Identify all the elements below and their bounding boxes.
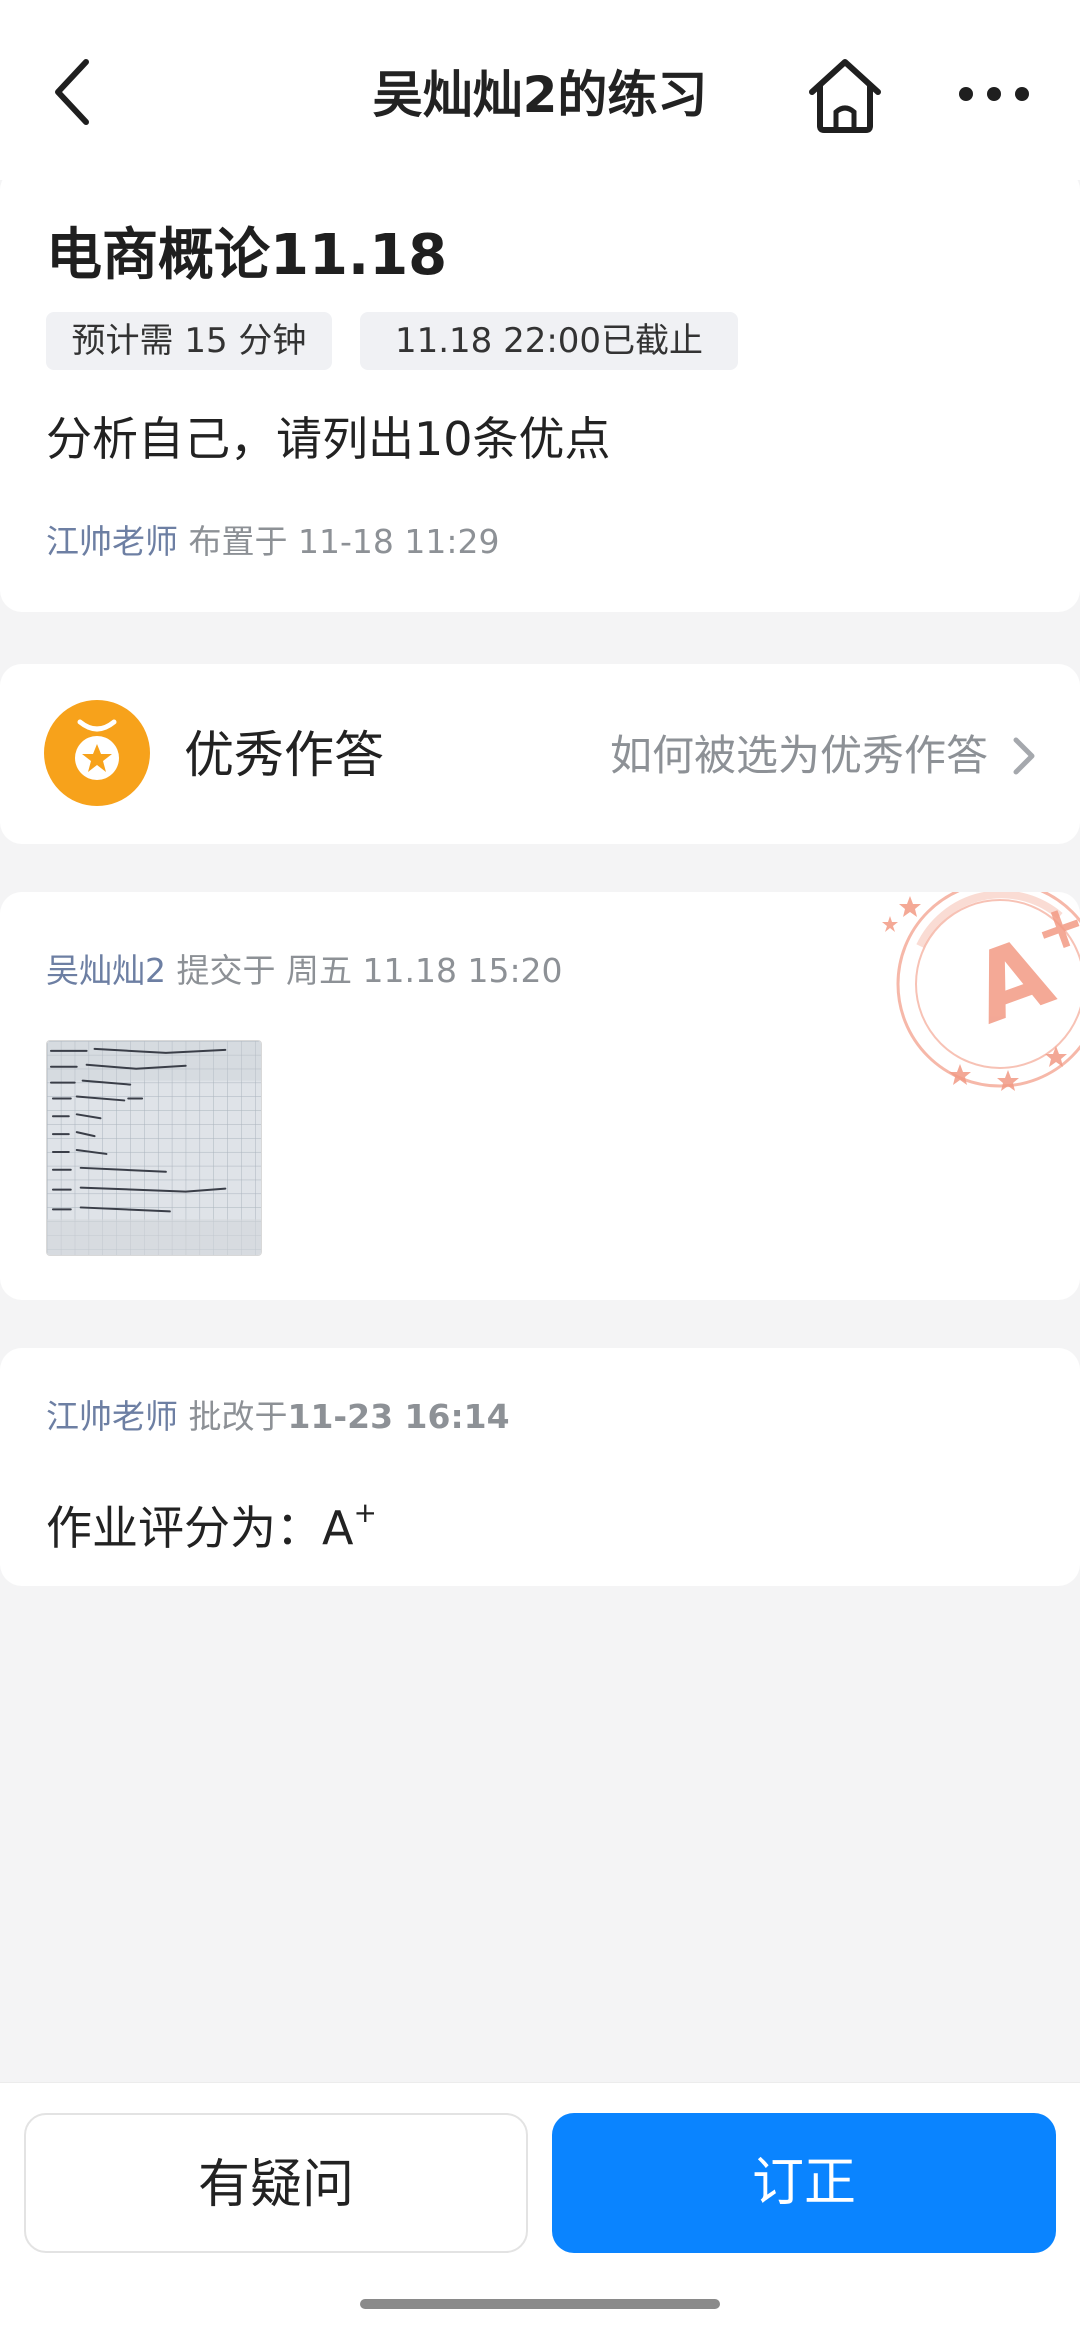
how-to-be-selected-link[interactable]: 如何被选为优秀作答 bbox=[610, 726, 988, 786]
home-icon[interactable] bbox=[800, 54, 890, 136]
home-indicator[interactable] bbox=[360, 2299, 720, 2309]
submission-photo[interactable] bbox=[46, 1040, 262, 1256]
submitted-time: 周五 11.18 15:20 bbox=[286, 951, 563, 990]
assignment-meta: 江帅老师 布置于 11-18 11:29 bbox=[46, 520, 499, 564]
submitted-label: 提交于 bbox=[176, 951, 276, 990]
grade-plus: + bbox=[353, 1496, 377, 1529]
student-name[interactable]: 吴灿灿2 bbox=[46, 951, 166, 990]
assigned-time: 布置于 11-18 11:29 bbox=[188, 522, 500, 561]
grade-result: 作业评分为：A+ bbox=[46, 1480, 377, 1561]
submission-meta: 吴灿灿2 提交于 周五 11.18 15:20 bbox=[46, 948, 563, 994]
submission-card: 吴灿灿2 提交于 周五 11.18 15:20 A + bbox=[0, 892, 1080, 1300]
grade-stamp-icon: A + bbox=[882, 892, 1080, 1091]
assignment-question: 分析自己，请列出10条优点 bbox=[46, 412, 611, 466]
chevron-left-icon[interactable] bbox=[42, 52, 102, 132]
app-page: 吴灿灿2的练习 电商概论11.18 预计需 15 分钟 11.18 22:00已… bbox=[0, 0, 1080, 2326]
grading-meta: 江帅老师 批改于11-23 16:14 bbox=[46, 1394, 510, 1440]
graded-time: 11-23 16:14 bbox=[287, 1397, 510, 1436]
estimate-tag: 预计需 15 分钟 bbox=[46, 312, 332, 370]
correct-button[interactable]: 订正 bbox=[552, 2113, 1056, 2253]
more-dots-icon[interactable] bbox=[956, 72, 1032, 116]
deadline-tag: 11.18 22:00已截止 bbox=[360, 312, 738, 370]
grading-teacher-name[interactable]: 江帅老师 bbox=[46, 1397, 178, 1436]
graded-label: 批改于 bbox=[188, 1397, 288, 1436]
assignment-title: 电商概论11.18 bbox=[46, 223, 448, 288]
excellent-answers-label: 优秀作答 bbox=[184, 726, 384, 784]
medal-icon bbox=[44, 700, 150, 806]
grade-result-label: 作业评分为： bbox=[46, 1501, 322, 1555]
excellent-answers-row[interactable]: 优秀作答 如何被选为优秀作答 bbox=[0, 664, 1080, 844]
question-button[interactable]: 有疑问 bbox=[24, 2113, 528, 2253]
grading-card: 江帅老师 批改于11-23 16:14 作业评分为：A+ bbox=[0, 1348, 1080, 1586]
bottom-action-bar: 有疑问 订正 bbox=[0, 2082, 1080, 2326]
page-title: 吴灿灿2的练习 bbox=[372, 66, 708, 124]
teacher-name[interactable]: 江帅老师 bbox=[46, 522, 178, 561]
assignment-card: 电商概论11.18 预计需 15 分钟 11.18 22:00已截止 分析自己，… bbox=[0, 168, 1080, 612]
grade-value: A bbox=[322, 1501, 354, 1555]
chevron-right-icon bbox=[1013, 737, 1035, 775]
top-nav-bar: 吴灿灿2的练习 bbox=[0, 0, 1080, 180]
